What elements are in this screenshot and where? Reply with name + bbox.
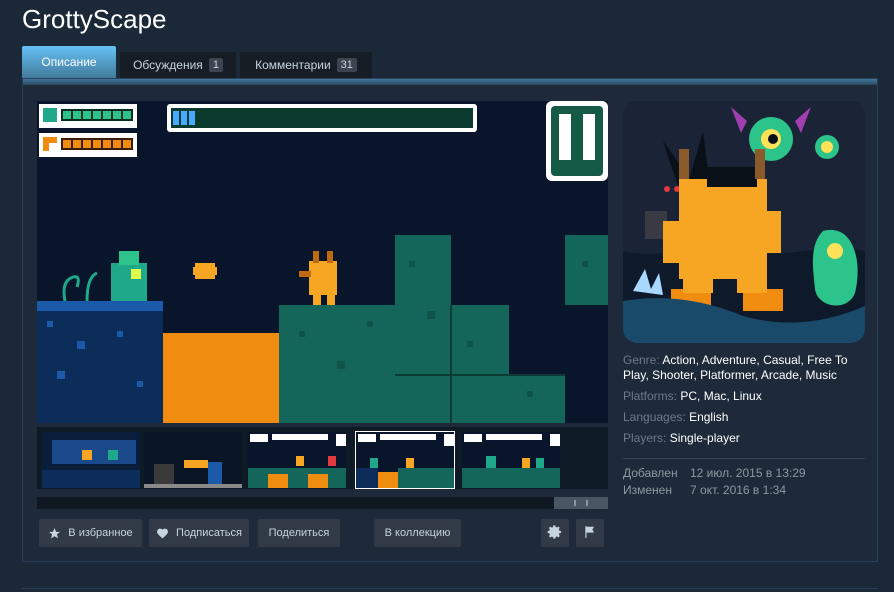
scrollbar-thumb[interactable] — [554, 497, 608, 509]
tab-discussions-label: Обсуждения — [133, 58, 203, 72]
bottom-divider — [22, 588, 878, 589]
game-scene-image — [37, 101, 608, 423]
thumbnail-5[interactable] — [461, 431, 561, 489]
players-row: Players: Single-player — [623, 431, 865, 446]
languages-label: Languages: — [623, 410, 686, 424]
genre-row: Genre: Action, Adventure, Casual, Free T… — [623, 353, 865, 383]
capsule-image — [623, 101, 865, 343]
tab-comments[interactable]: Комментарии 31 — [240, 52, 372, 78]
changed-value: 7 окт. 2016 в 1:34 — [690, 483, 786, 497]
share-label: Поделиться — [268, 527, 330, 539]
star-icon — [48, 527, 61, 540]
tab-comments-label: Комментарии — [255, 58, 331, 72]
panel-top-bar — [23, 79, 877, 85]
main-screenshot[interactable] — [37, 101, 608, 423]
heart-icon — [39, 104, 137, 128]
report-button[interactable] — [576, 519, 604, 547]
changed-row: Изменен 7 окт. 2016 в 1:34 — [623, 483, 806, 497]
workshop-panel: В избранное Подписаться Поделиться В кол… — [22, 78, 878, 562]
collection-label: В коллекцию — [384, 527, 451, 539]
languages-row: Languages: English — [623, 410, 865, 425]
genre-label: Genre: — [623, 353, 660, 367]
thumbnail-scrollbar[interactable] — [37, 497, 608, 509]
follow-label: Подписаться — [176, 527, 242, 539]
wishlist-button[interactable]: В избранное — [39, 519, 142, 547]
pause-icon — [546, 101, 608, 181]
heart-icon — [156, 527, 169, 540]
thumbnail-3[interactable] — [247, 431, 347, 489]
added-value: 12 июл. 2015 в 13:29 — [690, 466, 806, 480]
added-row: Добавлен 12 июл. 2015 в 13:29 — [623, 466, 806, 480]
thumbnail-2[interactable] — [143, 431, 243, 489]
thumbnail-4[interactable] — [355, 431, 455, 489]
share-button[interactable]: Поделиться — [258, 519, 340, 547]
gear-icon — [547, 524, 563, 543]
tab-description[interactable]: Описание — [22, 46, 116, 78]
players-value[interactable]: Single-player — [670, 431, 740, 445]
game-info: Genre: Action, Adventure, Casual, Free T… — [623, 353, 865, 452]
info-divider — [623, 458, 865, 459]
flag-icon — [583, 525, 597, 542]
added-label: Добавлен — [623, 466, 678, 480]
thumbnail-strip — [37, 427, 608, 489]
players-label: Players: — [623, 431, 667, 445]
languages-value[interactable]: English — [689, 410, 728, 424]
comments-count: 31 — [336, 58, 357, 72]
follow-button[interactable]: Подписаться — [149, 519, 249, 547]
date-info: Добавлен 12 июл. 2015 в 13:29 Изменен 7 … — [623, 466, 806, 500]
gun-icon — [39, 133, 137, 157]
settings-button[interactable] — [541, 519, 569, 547]
sidebar — [623, 101, 865, 343]
platforms-row: Platforms: PC, Mac, Linux — [623, 389, 865, 404]
thumbnail-1[interactable] — [41, 431, 141, 489]
wishlist-label: В избранное — [68, 527, 133, 539]
grip-icon — [574, 500, 588, 506]
tab-description-label: Описание — [41, 55, 97, 69]
platforms-value[interactable]: PC, Mac, Linux — [680, 389, 761, 403]
add-to-collection-button[interactable]: В коллекцию — [374, 519, 461, 547]
tab-discussions[interactable]: Обсуждения 1 — [120, 52, 236, 78]
changed-label: Изменен — [623, 483, 672, 497]
platforms-label: Platforms: — [623, 389, 678, 403]
discussions-count: 1 — [208, 58, 223, 72]
page-title: GrottyScape — [22, 4, 167, 34]
